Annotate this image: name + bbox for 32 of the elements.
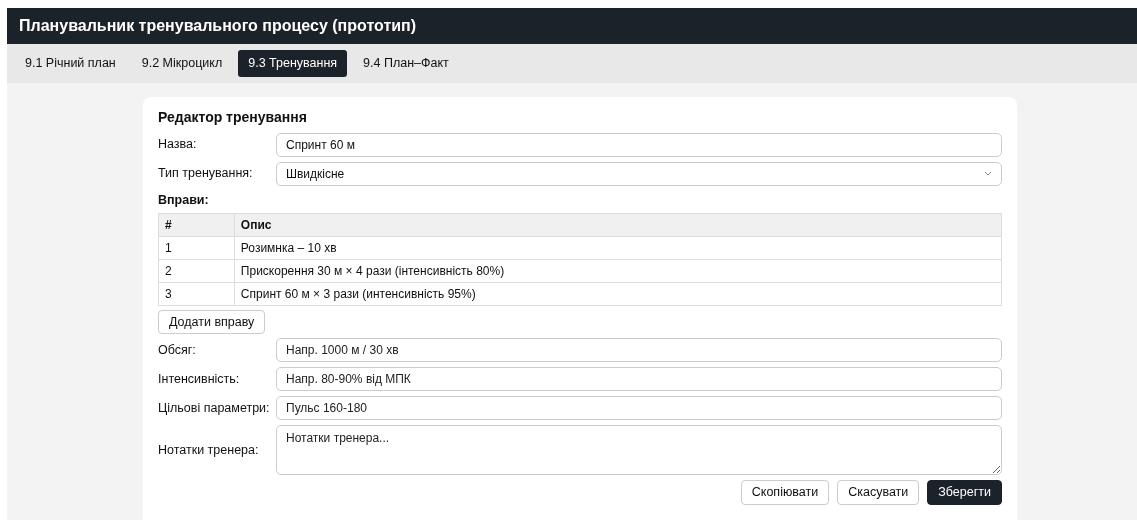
field-label: Обсяг:	[158, 341, 197, 359]
field-label: Інтенсивність:	[158, 370, 241, 388]
field-label: Нотатки тренера:	[158, 441, 260, 459]
table-cell: Спринт 60 м × 3 рази (интенсивність 95%)	[234, 282, 1002, 305]
input-field[interactable]: Напр. 80-90% від МПК	[276, 367, 1002, 392]
column-header: Опис	[234, 213, 1002, 236]
table-cell: Прискорення 30 м × 4 рази (інтенсивність 80%)	[234, 259, 1002, 282]
table-cell: 2	[158, 259, 235, 282]
input-field[interactable]: Напр. 1000 м / 30 хв	[276, 338, 1002, 363]
editor-title: Редактор тренування	[158, 107, 308, 127]
action-button[interactable]: Скопіювати	[740, 480, 830, 505]
name-field[interactable]: Спринт 60 м	[276, 132, 1002, 157]
table-cell: Розимнка – 10 хв	[234, 236, 1002, 259]
action-button[interactable]: Скасувати	[837, 480, 920, 505]
tab[interactable]: 9.2 Мікроцикл	[131, 50, 233, 77]
field-label: Цільові параметри:	[158, 399, 271, 417]
app-title: Планувальник тренувального процесу (прототип)	[7, 8, 1137, 44]
type-select[interactable]: Швидкісне	[276, 161, 1002, 186]
input-field[interactable]: Пульс 160-180	[276, 396, 1002, 421]
section-label: Вправи:	[158, 191, 210, 209]
save-button[interactable]: Зберегти	[927, 480, 1002, 505]
chevron-icon	[984, 171, 992, 177]
table-cell: 3	[158, 282, 235, 305]
add-exercise-button[interactable]: Додати вправу	[158, 309, 266, 335]
tab[interactable]: 9.3 Тренування	[238, 50, 348, 77]
tab[interactable]: 9.1 Річний план	[15, 50, 126, 77]
tab[interactable]: 9.4 План–Факт	[353, 50, 459, 77]
field-label: Назва:	[158, 136, 198, 154]
field-label: Тип тренування:	[158, 165, 254, 183]
column-header: #	[158, 213, 235, 236]
table-cell: 1	[158, 236, 235, 259]
notes-field[interactable]: Нотатки тренера...	[276, 425, 1002, 476]
